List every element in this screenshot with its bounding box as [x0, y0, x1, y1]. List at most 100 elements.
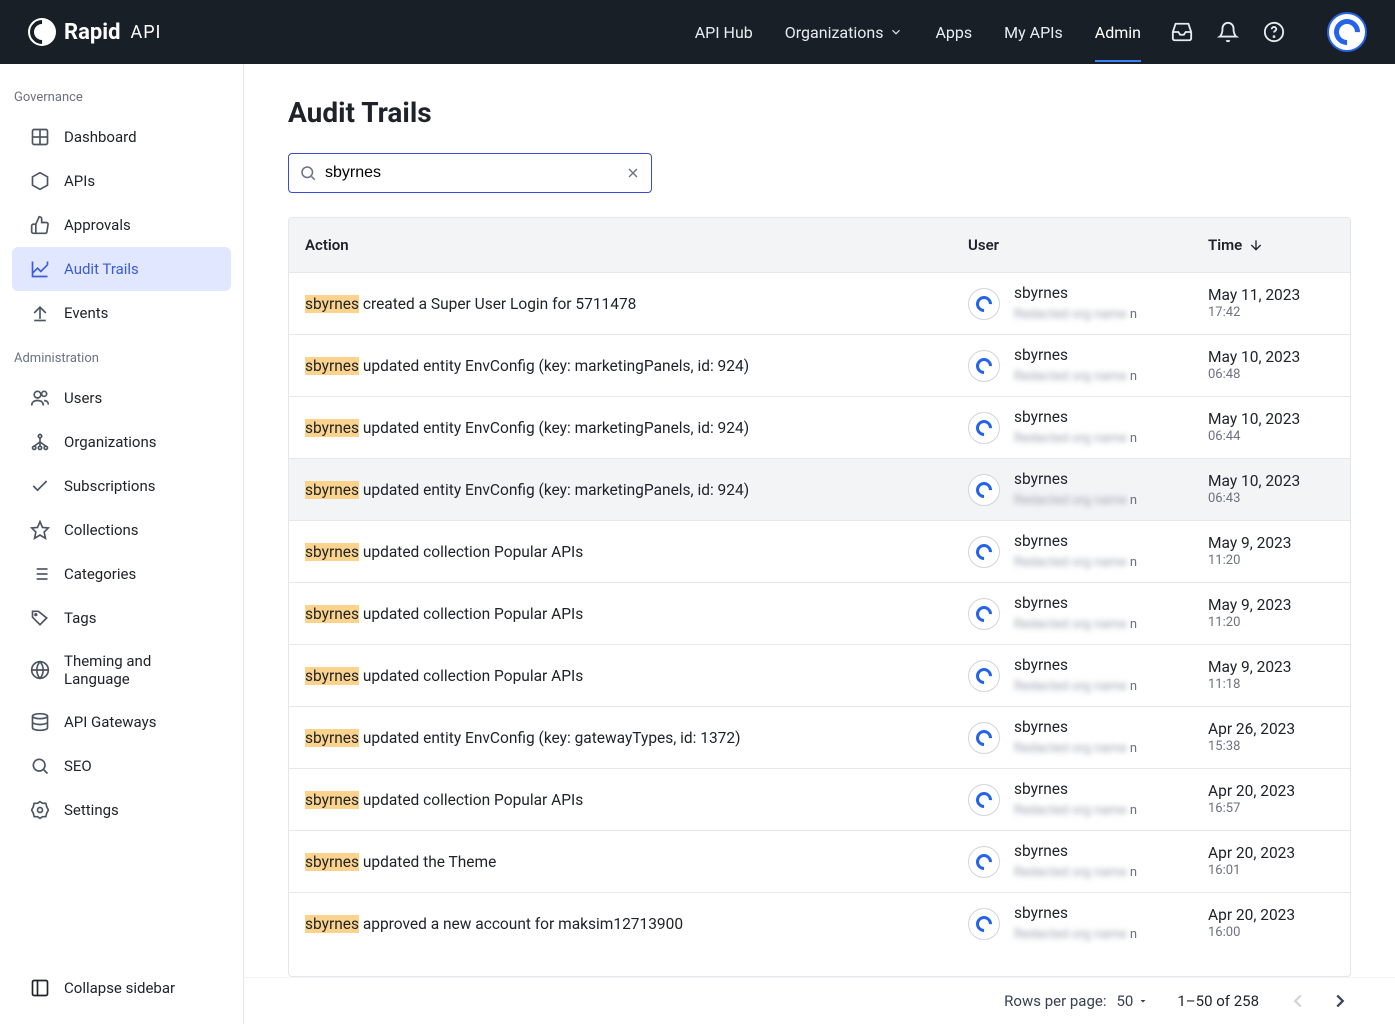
table-header: Action User Time — [289, 218, 1350, 272]
db-icon — [30, 712, 50, 732]
user-name: sbyrnes — [1014, 841, 1137, 861]
sidebar-item-label: Categories — [64, 565, 136, 583]
nav-admin[interactable]: Admin — [1095, 3, 1141, 62]
inbox-icon[interactable] — [1171, 21, 1193, 43]
sidebar-item-settings[interactable]: Settings — [12, 788, 231, 832]
main-content: Audit Trails Action User Time — [244, 64, 1395, 1024]
nav-organizations[interactable]: Organizations — [785, 3, 904, 62]
sidebar-item-label: Users — [64, 389, 102, 407]
search-box[interactable] — [288, 153, 652, 193]
table-row[interactable]: sbyrnes approved a new account for maksi… — [289, 892, 1350, 954]
table-row[interactable]: sbyrnes updated collection Popular APIss… — [289, 520, 1350, 582]
time-cell: May 10, 202306:43 — [1208, 471, 1334, 508]
sidebar-item-label: Subscriptions — [64, 477, 155, 495]
user-name: sbyrnes — [1014, 655, 1137, 675]
table-row[interactable]: sbyrnes updated collection Popular APIss… — [289, 768, 1350, 830]
logo-suffix: API — [130, 22, 161, 43]
prev-page-button[interactable] — [1287, 990, 1309, 1012]
table-row[interactable]: sbyrnes created a Super User Login for 5… — [289, 272, 1350, 334]
chevron-down-icon — [889, 25, 903, 39]
user-name: sbyrnes — [1014, 779, 1137, 799]
avatar[interactable] — [1327, 12, 1367, 52]
time-date: Apr 20, 2023 — [1208, 781, 1334, 801]
sidebar-item-audit-trails[interactable]: Audit Trails — [12, 247, 231, 291]
sidebar: Governance DashboardAPIsApprovalsAudit T… — [0, 64, 244, 1024]
user-secondary: Redacted org name — [1014, 927, 1127, 942]
gear-icon — [30, 800, 50, 820]
action-cell: sbyrnes updated entity EnvConfig (key: g… — [305, 729, 968, 747]
sidebar-item-events[interactable]: Events — [12, 291, 231, 335]
column-header-user[interactable]: User — [968, 236, 1208, 254]
rows-per-page-select[interactable]: 50 — [1116, 992, 1149, 1010]
time-date: May 9, 2023 — [1208, 657, 1334, 677]
time-date: May 10, 2023 — [1208, 471, 1334, 491]
column-header-time[interactable]: Time — [1208, 236, 1334, 254]
collapse-sidebar-button[interactable]: Collapse sidebar — [12, 964, 231, 1012]
time-hour: 11:18 — [1208, 677, 1334, 694]
sidebar-item-apis[interactable]: APIs — [12, 159, 231, 203]
table-row[interactable]: sbyrnes updated collection Popular APIss… — [289, 644, 1350, 706]
table-row[interactable]: sbyrnes updated collection Popular APIss… — [289, 582, 1350, 644]
action-cell: sbyrnes updated entity EnvConfig (key: m… — [305, 419, 968, 437]
sidebar-item-label: Collections — [64, 521, 139, 539]
user-avatar-icon — [968, 908, 1000, 940]
time-hour: 17:42 — [1208, 305, 1334, 322]
bell-icon[interactable] — [1217, 21, 1239, 43]
sidebar-item-users[interactable]: Users — [12, 376, 231, 420]
sidebar-item-label: SEO — [64, 757, 92, 775]
nav-api-hub[interactable]: API Hub — [695, 3, 753, 62]
table-row[interactable]: sbyrnes updated entity EnvConfig (key: g… — [289, 706, 1350, 768]
help-icon[interactable] — [1263, 21, 1285, 43]
header-icon-group — [1171, 12, 1367, 52]
time-hour: 11:20 — [1208, 615, 1334, 632]
time-date: May 10, 2023 — [1208, 409, 1334, 429]
search-input[interactable] — [325, 164, 625, 182]
list-icon — [30, 564, 50, 584]
user-cell: sbyrnesRedacted org name n — [968, 655, 1208, 696]
nav-my-apis[interactable]: My APIs — [1004, 3, 1063, 62]
time-hour: 06:44 — [1208, 429, 1334, 446]
user-avatar-icon — [968, 288, 1000, 320]
time-date: May 9, 2023 — [1208, 595, 1334, 615]
table-row[interactable]: sbyrnes updated entity EnvConfig (key: m… — [289, 396, 1350, 458]
sidebar-item-approvals[interactable]: Approvals — [12, 203, 231, 247]
user-secondary: Redacted org name — [1014, 803, 1127, 818]
user-name: sbyrnes — [1014, 283, 1137, 303]
user-secondary: Redacted org name — [1014, 741, 1127, 756]
sidebar-item-subscriptions[interactable]: Subscriptions — [12, 464, 231, 508]
time-cell: Apr 20, 202316:01 — [1208, 843, 1334, 880]
sidebar-item-dashboard[interactable]: Dashboard — [12, 115, 231, 159]
sidebar-item-api-gateways[interactable]: API Gateways — [12, 700, 231, 744]
time-hour: 06:48 — [1208, 367, 1334, 384]
time-cell: May 10, 202306:44 — [1208, 409, 1334, 446]
column-header-action[interactable]: Action — [305, 236, 968, 254]
user-cell: sbyrnesRedacted org name n — [968, 903, 1208, 944]
nav-apps[interactable]: Apps — [935, 3, 972, 62]
table-row[interactable]: sbyrnes updated entity EnvConfig (key: m… — [289, 458, 1350, 520]
table-row[interactable]: sbyrnes updated entity EnvConfig (key: m… — [289, 334, 1350, 396]
page-title: Audit Trails — [288, 96, 1351, 129]
user-name: sbyrnes — [1014, 593, 1137, 613]
sidebar-item-tags[interactable]: Tags — [12, 596, 231, 640]
sidebar-item-collections[interactable]: Collections — [12, 508, 231, 552]
org-icon — [30, 432, 50, 452]
time-hour: 16:01 — [1208, 863, 1334, 880]
sidebar-item-label: Events — [64, 304, 108, 322]
user-cell: sbyrnesRedacted org name n — [968, 779, 1208, 820]
sidebar-item-theming-and-language[interactable]: Theming and Language — [12, 640, 231, 700]
table-row[interactable]: sbyrnes updated the ThemesbyrnesRedacted… — [289, 830, 1350, 892]
sidebar-item-label: Tags — [64, 609, 96, 627]
search-icon — [299, 164, 317, 182]
upload-icon — [30, 303, 50, 323]
chevron-down-icon — [1137, 995, 1149, 1007]
clear-search-icon[interactable] — [625, 165, 641, 181]
next-page-button[interactable] — [1329, 990, 1351, 1012]
sidebar-item-categories[interactable]: Categories — [12, 552, 231, 596]
sidebar-item-label: API Gateways — [64, 713, 156, 731]
sidebar-item-seo[interactable]: SEO — [12, 744, 231, 788]
time-date: May 9, 2023 — [1208, 533, 1334, 553]
thumbs-up-icon — [30, 215, 50, 235]
sidebar-item-organizations[interactable]: Organizations — [12, 420, 231, 464]
logo[interactable]: RapidAPI — [28, 18, 161, 46]
audit-table: Action User Time sbyrnes created a Super… — [288, 217, 1351, 977]
